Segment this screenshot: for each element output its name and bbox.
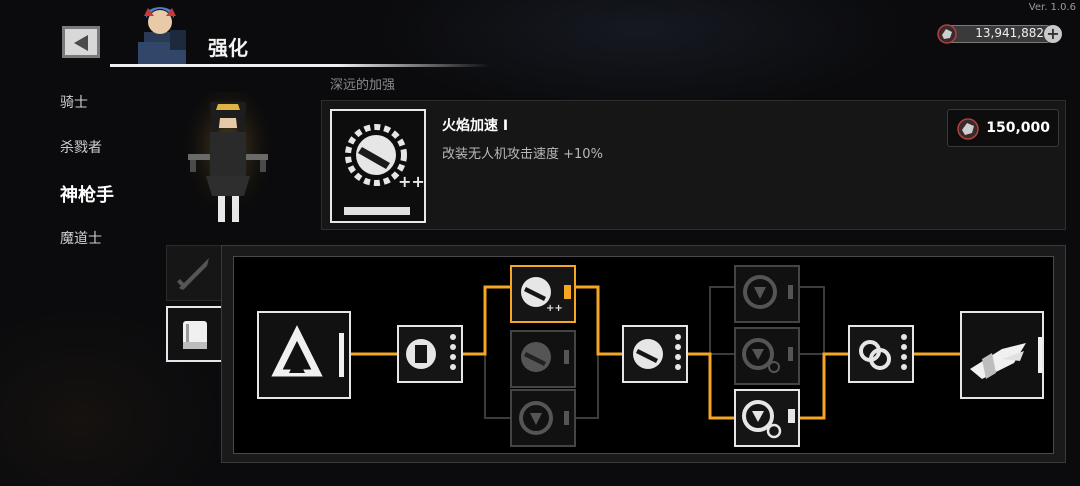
gear-shield-icon: [742, 400, 795, 439]
skill-node-1[interactable]: [397, 325, 463, 383]
skill-node-4b[interactable]: [734, 327, 800, 385]
skill-node-3[interactable]: [622, 325, 688, 383]
skill-node-root[interactable]: [257, 311, 351, 399]
rocket-icon: [970, 337, 1042, 379]
skill-node-4a[interactable]: [734, 265, 800, 323]
skill-node-4c[interactable]: [734, 389, 800, 447]
svg-text:++: ++: [546, 303, 563, 314]
skill-node-2c[interactable]: [510, 389, 576, 447]
skill-node-5[interactable]: [848, 325, 914, 383]
gear-shield-icon: [743, 275, 793, 309]
skill-node-ultimate[interactable]: [960, 311, 1044, 399]
drone-upgrade-icon: [633, 334, 681, 370]
gear-shield-icon: [519, 401, 569, 435]
drone-module-icon: [406, 334, 456, 370]
drone-upgrade-icon: ++: [521, 277, 571, 314]
gear-shield-icon: [742, 338, 793, 373]
skill-node-2b[interactable]: [510, 330, 576, 388]
class-emblem-icon: [271, 325, 344, 377]
drone-locked-icon: [521, 342, 569, 372]
skill-node-fire-speed[interactable]: ++: [510, 265, 576, 323]
double-gear-icon: [859, 334, 907, 370]
